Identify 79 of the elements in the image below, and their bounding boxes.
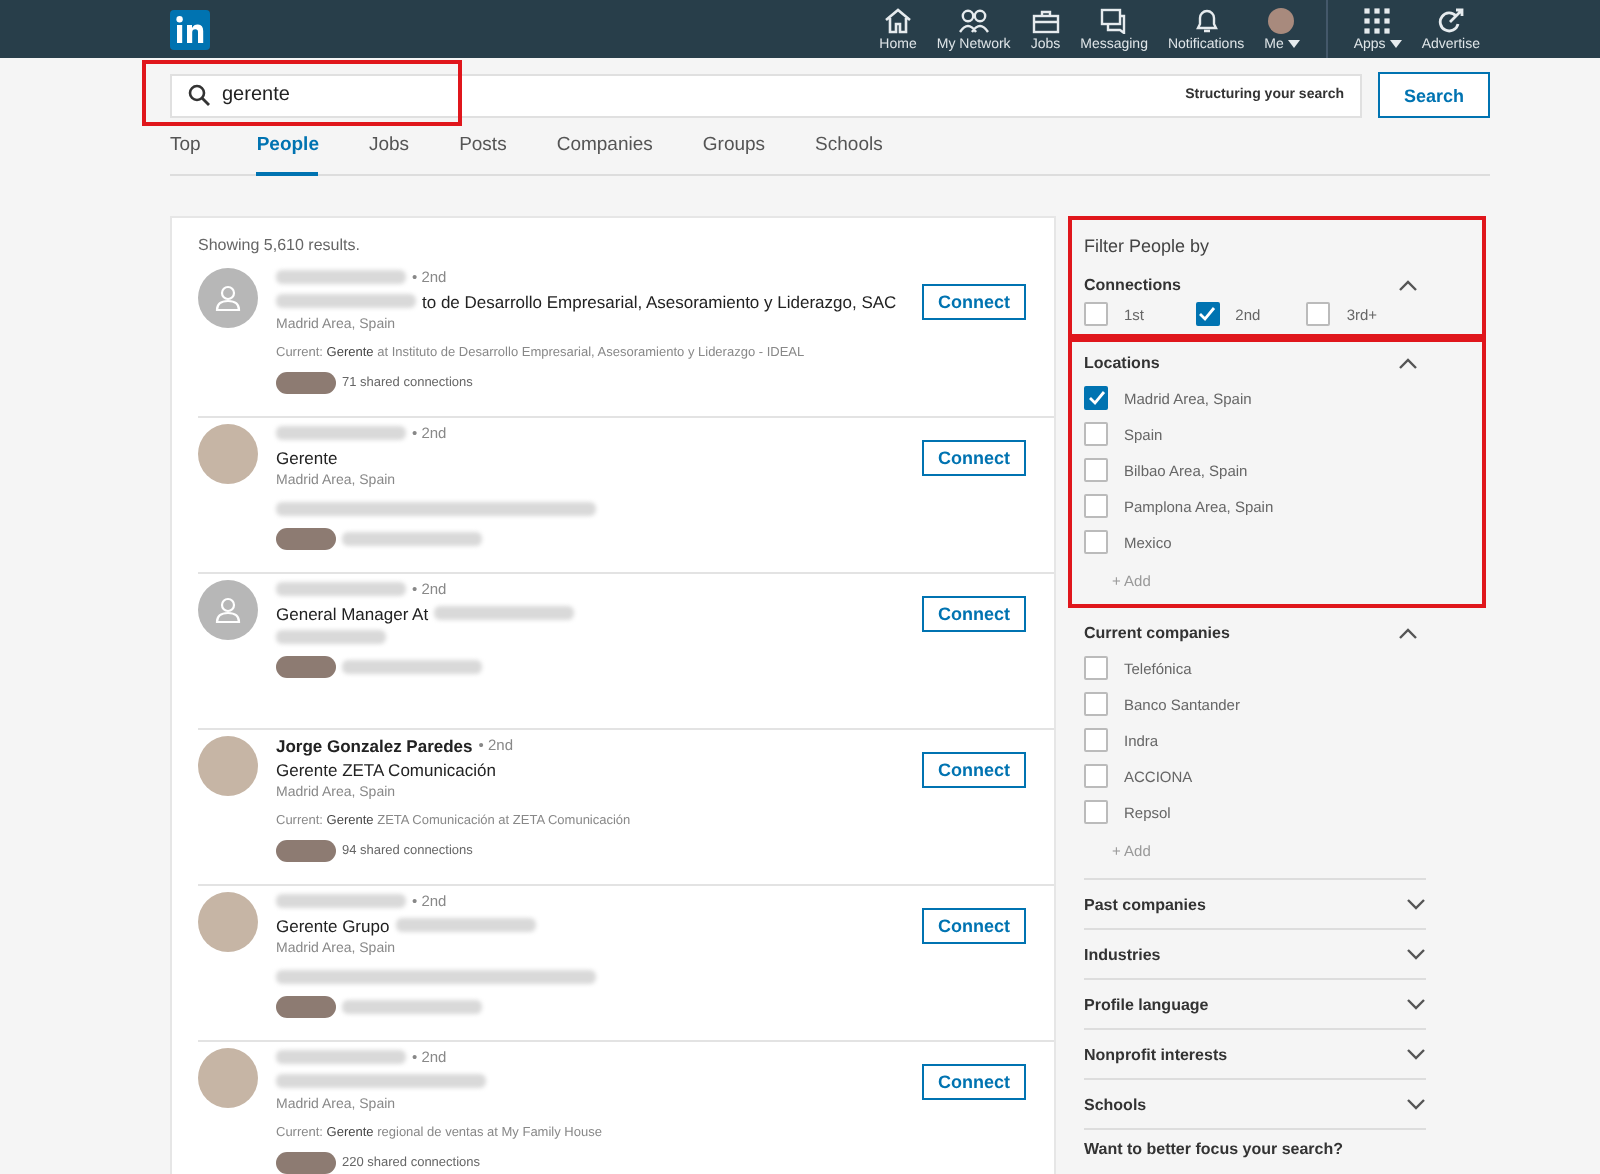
avatar-stack-placeholder [276,372,336,394]
section-title[interactable]: Nonprofit interests [1084,1045,1228,1063]
headline: to de Desarrollo Empresarial, Asesoramiento y Liderazgo, SAC [422,291,897,311]
blurred-name[interactable] [276,426,406,440]
tab[interactable]: Schools [815,124,883,172]
chevron-down-icon[interactable] [1406,998,1426,1010]
blurred-name[interactable] [276,270,406,284]
tab[interactable]: People [256,124,319,176]
chevron-down-icon[interactable] [1406,948,1426,960]
headline: General Manager At [276,603,429,623]
avatar-stack-placeholder [276,656,336,678]
checkbox[interactable] [1084,728,1108,752]
briefcase-icon [1031,7,1060,33]
target-arrow-icon [1437,7,1464,33]
checkbox[interactable] [1306,302,1331,326]
section-title[interactable]: Industries [1084,945,1161,963]
photo-placeholder[interactable] [198,892,258,952]
tab[interactable]: Groups [702,124,766,172]
headline: Gerente [276,447,338,467]
tab[interactable]: Jobs [368,124,410,172]
photo-placeholder[interactable] [198,736,258,796]
connect-button[interactable]: Connect [922,908,1026,944]
chevron-down-icon[interactable] [1406,1098,1426,1110]
checkbox[interactable] [1084,302,1108,326]
search-icon [188,84,210,106]
connect-button[interactable]: Connect [922,440,1026,476]
chevron-down-icon[interactable] [1406,1048,1426,1060]
person-name[interactable]: Jorge Gonzalez Paredes [276,735,473,755]
photo-placeholder[interactable] [198,1048,258,1108]
checkbox[interactable] [1084,692,1108,716]
logo-icon[interactable] [170,9,210,49]
checkbox[interactable] [1084,530,1108,554]
checkbox[interactable] [1084,656,1108,680]
section-title: Current companies [1084,624,1230,642]
checkbox[interactable] [1084,494,1108,518]
checkbox[interactable] [1195,302,1220,326]
people-icon [957,7,990,33]
avatar-placeholder[interactable] [198,580,258,640]
bell-icon [1193,7,1220,33]
chevron-down-icon[interactable] [1406,898,1426,910]
avatar-stack-placeholder [276,996,336,1018]
avatar-stack-placeholder [276,528,336,550]
headline: Gerente Grupo [276,915,390,935]
section-title[interactable]: Profile language [1084,995,1209,1013]
section-title[interactable]: Schools [1084,1095,1147,1113]
filter-title: Filter People by [1084,236,1212,256]
section-title: Connections [1084,276,1181,294]
section-title: Locations [1084,354,1160,372]
grid-icon [1364,7,1391,33]
connect-button[interactable]: Connect [922,284,1026,320]
photo-placeholder[interactable] [198,424,258,484]
chevron-up-icon[interactable] [1398,279,1418,291]
blurred-name[interactable] [276,1050,406,1064]
avatar-stack-placeholder [276,1152,336,1174]
checkbox[interactable] [1084,458,1108,482]
avatar-stack-placeholder [276,840,336,862]
headline: Gerente ZETA Comunicación [276,759,496,779]
section-title[interactable]: Past companies [1084,895,1206,913]
focus-search-prompt: Want to better focus your search? [1084,1128,1426,1158]
results-count: Showing 5,610 results. [198,236,362,254]
tab[interactable]: Companies [556,124,653,172]
chat-icon [1100,7,1129,33]
home-icon [884,7,913,33]
blurred-name[interactable] [276,582,406,596]
connect-button[interactable]: Connect [922,1064,1026,1100]
checkbox[interactable] [1084,422,1108,446]
avatar-placeholder[interactable] [198,268,258,328]
checkbox[interactable] [1084,800,1108,824]
blurred-name[interactable] [276,894,406,908]
chevron-up-icon[interactable] [1398,357,1418,369]
avatar-photo-placeholder [1268,7,1295,33]
search-button[interactable]: Search [1378,72,1490,118]
checkbox[interactable] [1084,764,1108,788]
checkbox[interactable] [1084,386,1108,410]
tab[interactable]: Top [170,124,201,172]
chevron-up-icon[interactable] [1398,627,1418,639]
tab[interactable]: Posts [459,124,507,172]
connect-button[interactable]: Connect [922,752,1026,788]
connect-button[interactable]: Connect [922,596,1026,632]
